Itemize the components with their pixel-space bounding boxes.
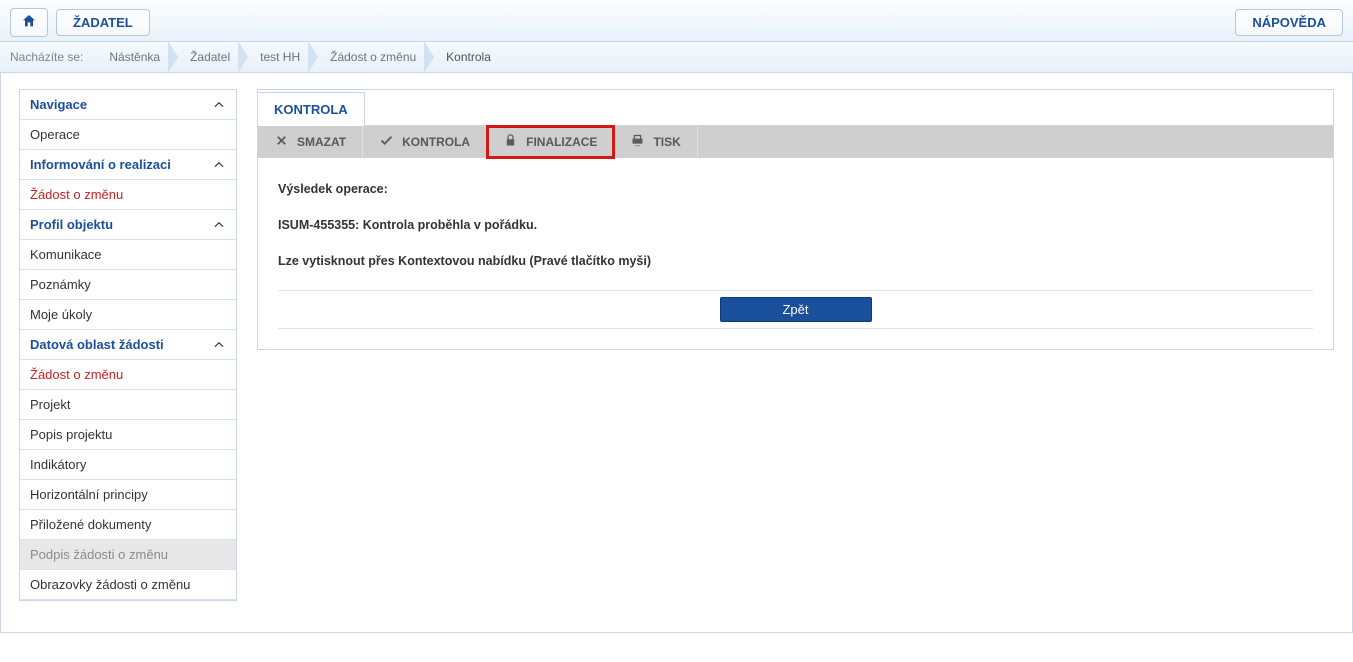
breadcrumb-item[interactable]: Žádost o změnu bbox=[318, 41, 434, 73]
sidebar-item-prilozene-dokumenty[interactable]: Přiložené dokumenty bbox=[20, 510, 236, 540]
sidebar-group-informovani[interactable]: Informování o realizaci bbox=[20, 150, 236, 180]
sidebar-item-zadost-o-zmenu[interactable]: Žádost o změnu bbox=[20, 180, 236, 210]
sidebar-item-projekt[interactable]: Projekt bbox=[20, 390, 236, 420]
toolbar-print[interactable]: TISK bbox=[614, 126, 697, 158]
check-icon bbox=[379, 133, 394, 151]
toolbar-delete-label: SMAZAT bbox=[297, 135, 346, 149]
applicant-button[interactable]: ŽADATEL bbox=[56, 9, 150, 36]
toolbar-print-label: TISK bbox=[653, 135, 680, 149]
sidebar-item-moje-ukoly[interactable]: Moje úkoly bbox=[20, 300, 236, 330]
back-button[interactable]: Zpět bbox=[720, 297, 872, 322]
lock-icon bbox=[503, 133, 518, 151]
toolbar-finalize-label: FINALIZACE bbox=[526, 135, 597, 149]
sidebar-item-podpis-zadosti: Podpis žádosti o změnu bbox=[20, 540, 236, 570]
chevron-up-icon bbox=[212, 338, 226, 352]
sidebar-group-title: Navigace bbox=[30, 97, 87, 112]
result-message: ISUM-455355: Kontrola proběhla v pořádku… bbox=[278, 218, 1313, 232]
delete-icon bbox=[274, 133, 289, 151]
layout: Navigace Operace Informování o realizaci… bbox=[0, 73, 1353, 633]
back-row: Zpět bbox=[278, 290, 1313, 329]
sidebar-item-operace[interactable]: Operace bbox=[20, 120, 236, 150]
sidebar-group-title: Profil objektu bbox=[30, 217, 113, 232]
print-icon bbox=[630, 133, 645, 151]
breadcrumb: Nacházíte se: Nástěnka Žadatel test HH Ž… bbox=[0, 41, 1353, 73]
sidebar-item-horizontalni-principy[interactable]: Horizontální principy bbox=[20, 480, 236, 510]
toolbar-delete[interactable]: SMAZAT bbox=[258, 126, 363, 158]
main-panel: KONTROLA SMAZAT KONTROLA FINALIZACE TISK… bbox=[257, 89, 1334, 350]
toolbar-check[interactable]: KONTROLA bbox=[363, 126, 487, 158]
toolbar-check-label: KONTROLA bbox=[402, 135, 470, 149]
sidebar: Navigace Operace Informování o realizaci… bbox=[19, 89, 237, 601]
sidebar-item-obrazovky-zadosti[interactable]: Obrazovky žádosti o změnu bbox=[20, 570, 236, 600]
breadcrumb-item[interactable]: Žadatel bbox=[178, 41, 248, 73]
sidebar-item-poznamky[interactable]: Poznámky bbox=[20, 270, 236, 300]
chevron-up-icon bbox=[212, 98, 226, 112]
breadcrumb-prefix: Nacházíte se: bbox=[10, 50, 83, 64]
chevron-up-icon bbox=[212, 218, 226, 232]
chevron-up-icon bbox=[212, 158, 226, 172]
sidebar-group-navigace[interactable]: Navigace bbox=[20, 90, 236, 120]
toolbar: SMAZAT KONTROLA FINALIZACE TISK bbox=[258, 126, 1333, 158]
home-button[interactable] bbox=[10, 8, 48, 37]
result-label: Výsledek operace: bbox=[278, 182, 1313, 196]
help-button[interactable]: NÁPOVĚDA bbox=[1235, 9, 1343, 36]
content: Výsledek operace: ISUM-455355: Kontrola … bbox=[258, 158, 1333, 349]
toolbar-finalize[interactable]: FINALIZACE bbox=[487, 126, 614, 158]
tab-row: KONTROLA bbox=[258, 90, 1333, 126]
sidebar-item-komunikace[interactable]: Komunikace bbox=[20, 240, 236, 270]
breadcrumb-item-current: Kontrola bbox=[434, 41, 509, 73]
sidebar-group-profil[interactable]: Profil objektu bbox=[20, 210, 236, 240]
topbar: ŽADATEL NÁPOVĚDA bbox=[0, 0, 1353, 41]
sidebar-item-popis-projektu[interactable]: Popis projektu bbox=[20, 420, 236, 450]
sidebar-group-datova-oblast[interactable]: Datová oblast žádosti bbox=[20, 330, 236, 360]
sidebar-group-title: Informování o realizaci bbox=[30, 157, 171, 172]
topbar-left: ŽADATEL bbox=[10, 8, 150, 37]
sidebar-group-title: Datová oblast žádosti bbox=[30, 337, 164, 352]
tab-kontrola[interactable]: KONTROLA bbox=[257, 92, 365, 126]
breadcrumb-item[interactable]: test HH bbox=[248, 41, 318, 73]
sidebar-item-indikatory[interactable]: Indikátory bbox=[20, 450, 236, 480]
breadcrumb-item[interactable]: Nástěnka bbox=[97, 41, 178, 73]
home-icon bbox=[21, 13, 37, 32]
sidebar-item-zadost-o-zmenu-2[interactable]: Žádost o změnu bbox=[20, 360, 236, 390]
print-hint: Lze vytisknout přes Kontextovou nabídku … bbox=[278, 254, 1313, 268]
